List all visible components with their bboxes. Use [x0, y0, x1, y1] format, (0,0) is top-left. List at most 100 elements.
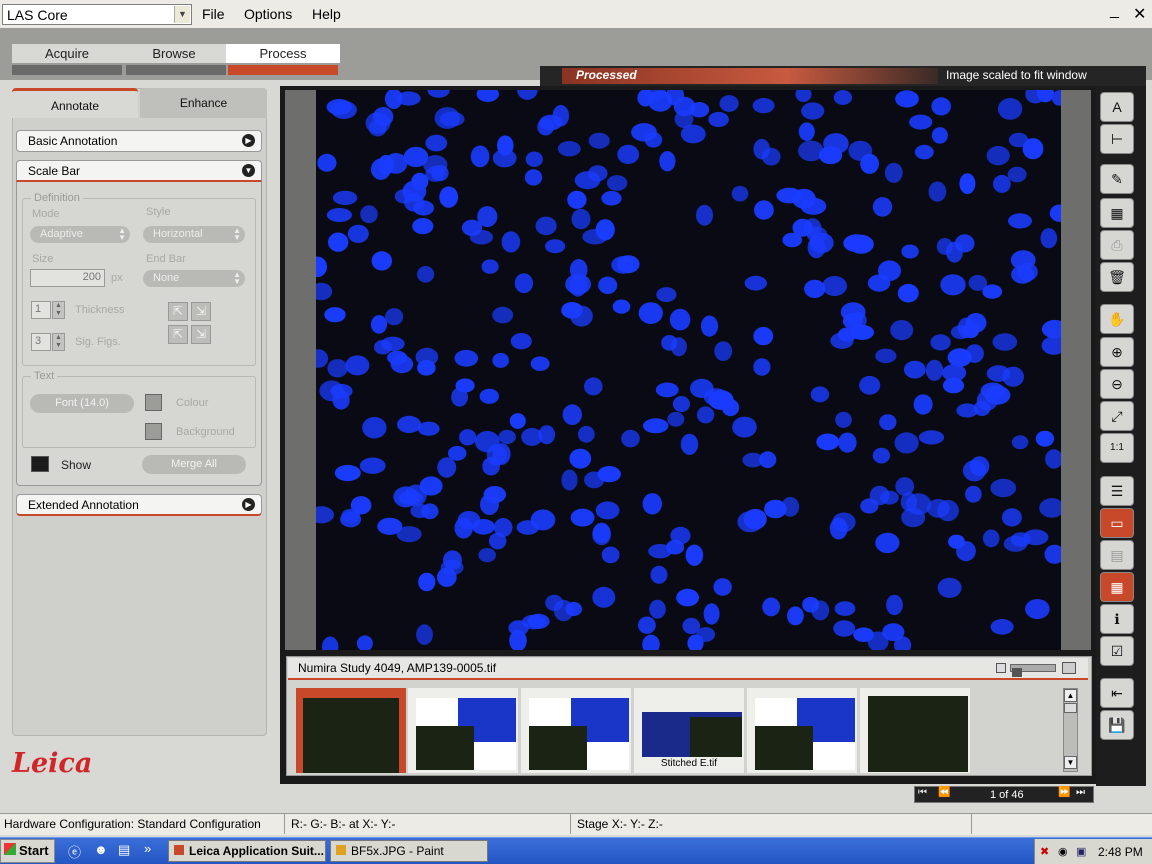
- tab-annotate[interactable]: Annotate: [12, 88, 138, 118]
- zoom-in-icon[interactable]: ⊕: [1100, 337, 1134, 367]
- position-bottom-right-icon[interactable]: ⇲: [191, 325, 211, 344]
- cell-nucleus: [913, 394, 933, 415]
- thumbnail-header: Numira Study 4049, AMP139-0005.tif: [288, 658, 1088, 680]
- single-view-icon[interactable]: ▭: [1100, 508, 1134, 538]
- explorer-icon[interactable]: ▤: [118, 842, 130, 858]
- text-group-label: Text: [31, 370, 58, 382]
- messenger-icon[interactable]: ☻: [94, 842, 108, 857]
- chevron-down-icon[interactable]: ▼: [174, 6, 190, 23]
- collapse-down-icon[interactable]: ▼: [242, 164, 255, 177]
- text-annotate-icon[interactable]: A: [1100, 92, 1134, 122]
- thumbnail-5[interactable]: [747, 688, 857, 773]
- sigfigs-input[interactable]: 3: [31, 333, 51, 351]
- cell-nucleus: [982, 284, 1003, 299]
- colour-swatch[interactable]: [145, 394, 162, 411]
- fit-window-icon[interactable]: ⤢: [1100, 401, 1134, 431]
- tab-enhance[interactable]: Enhance: [140, 88, 267, 118]
- cell-nucleus: [872, 447, 891, 464]
- cell-nucleus: [316, 256, 327, 278]
- cell-nucleus: [390, 355, 414, 374]
- cell-nucleus: [316, 506, 334, 524]
- status-divider: [570, 814, 571, 834]
- thumbnail-3[interactable]: [521, 688, 631, 773]
- tab-browse[interactable]: Browse: [120, 44, 228, 63]
- volume-icon[interactable]: ◉: [1058, 845, 1068, 858]
- list-view-icon[interactable]: ▤: [1100, 540, 1134, 570]
- minimize-button[interactable]: _: [1110, 2, 1119, 20]
- cell-nucleus: [501, 231, 521, 253]
- edit-save-icon[interactable]: ✎: [1100, 164, 1134, 194]
- zoom-out-icon[interactable]: ⊖: [1100, 369, 1134, 399]
- document-icon[interactable]: ☰: [1100, 476, 1134, 506]
- thickness-input[interactable]: 1: [31, 301, 51, 319]
- scroll-thumb[interactable]: [1064, 703, 1077, 713]
- thumbnail-2[interactable]: [408, 688, 518, 773]
- show-checkbox[interactable]: [31, 456, 49, 472]
- position-top-right-icon[interactable]: ⇲: [191, 302, 211, 321]
- tray-app-icon[interactable]: ▣: [1076, 845, 1086, 858]
- save-icon[interactable]: 💾: [1100, 710, 1134, 740]
- app-selector[interactable]: LAS Core ▼: [2, 4, 192, 25]
- tree-icon[interactable]: ⊢: [1100, 124, 1134, 154]
- size-input[interactable]: 200: [30, 269, 105, 287]
- indent-icon[interactable]: ⇤: [1100, 678, 1134, 708]
- close-button[interactable]: ✕: [1133, 4, 1146, 24]
- quicklaunch-more-icon[interactable]: »: [144, 841, 151, 856]
- sigfigs-stepper[interactable]: ▲ ▼: [52, 333, 65, 351]
- menu-help[interactable]: Help: [312, 6, 341, 22]
- thickness-stepper[interactable]: ▲ ▼: [52, 301, 65, 319]
- thumbnail-1[interactable]: [296, 688, 406, 773]
- collapse-icon[interactable]: [996, 663, 1006, 673]
- menu-file[interactable]: File: [202, 6, 225, 22]
- expand-icon[interactable]: [1062, 662, 1076, 674]
- cell-nucleus: [859, 375, 881, 395]
- menu-options[interactable]: Options: [244, 6, 292, 22]
- font-button[interactable]: Font (14.0): [30, 394, 134, 413]
- thumbnail-6[interactable]: [860, 688, 970, 773]
- copy-icon[interactable]: ▦: [1100, 198, 1134, 228]
- zoom-slider-thumb[interactable]: [1012, 668, 1022, 677]
- scale-bar-header[interactable]: Scale Bar ▼: [16, 160, 262, 182]
- cell-nucleus: [567, 190, 587, 209]
- next-page-icon[interactable]: ⏩: [1058, 787, 1070, 798]
- grid-view-icon[interactable]: ▦: [1100, 572, 1134, 602]
- info-icon[interactable]: ℹ: [1100, 604, 1134, 634]
- cell-nucleus: [909, 114, 933, 130]
- expand-right-icon[interactable]: ▶: [242, 498, 255, 511]
- last-page-icon[interactable]: ⏭: [1076, 787, 1085, 798]
- workflow-strip-process: [228, 65, 338, 75]
- scroll-up-icon[interactable]: ▲: [1064, 689, 1077, 702]
- thumbnail-image: [529, 698, 629, 770]
- position-bottom-left-icon[interactable]: ⇱: [168, 325, 188, 344]
- first-page-icon[interactable]: ⏮: [918, 787, 927, 798]
- checklist-icon[interactable]: ☑: [1100, 636, 1134, 666]
- prev-page-icon[interactable]: ⏪: [938, 787, 950, 798]
- cell-nucleus: [371, 251, 392, 271]
- actual-size-icon[interactable]: 1:1: [1100, 433, 1134, 463]
- microscopy-image[interactable]: [316, 90, 1061, 650]
- task-paint[interactable]: BF5x.JPG - Paint: [330, 840, 488, 862]
- merge-all-button[interactable]: Merge All: [142, 455, 246, 474]
- ie-icon[interactable]: ⓔ: [68, 842, 81, 861]
- thumbnail-4[interactable]: Stitched E.tif: [634, 688, 744, 773]
- basic-annotation-header[interactable]: Basic Annotation ▶: [16, 130, 262, 152]
- delete-icon[interactable]: 🗑: [1100, 262, 1134, 292]
- size-label: Size: [32, 253, 54, 265]
- tab-process[interactable]: Process: [226, 44, 340, 63]
- extended-annotation-header[interactable]: Extended Annotation ▶: [16, 494, 262, 516]
- position-top-left-icon[interactable]: ⇱: [168, 302, 188, 321]
- background-swatch[interactable]: [145, 423, 162, 440]
- pan-hand-icon[interactable]: ✋: [1100, 304, 1134, 334]
- expand-right-icon[interactable]: ▶: [242, 134, 255, 147]
- style-select[interactable]: Horizontal ▲ ▼: [143, 226, 245, 243]
- task-leica[interactable]: Leica Application Suit...: [168, 840, 326, 862]
- endbar-select[interactable]: None ▲ ▼: [143, 270, 245, 287]
- cell-nucleus: [649, 599, 666, 619]
- network-icon[interactable]: ✖: [1040, 845, 1049, 858]
- scroll-down-icon[interactable]: ▼: [1064, 756, 1077, 769]
- cell-nucleus: [956, 403, 978, 418]
- mode-select[interactable]: Adaptive ▲ ▼: [30, 226, 130, 243]
- tab-acquire[interactable]: Acquire: [12, 44, 122, 63]
- print-icon[interactable]: ⎙: [1100, 230, 1134, 260]
- cell-nucleus: [670, 526, 691, 545]
